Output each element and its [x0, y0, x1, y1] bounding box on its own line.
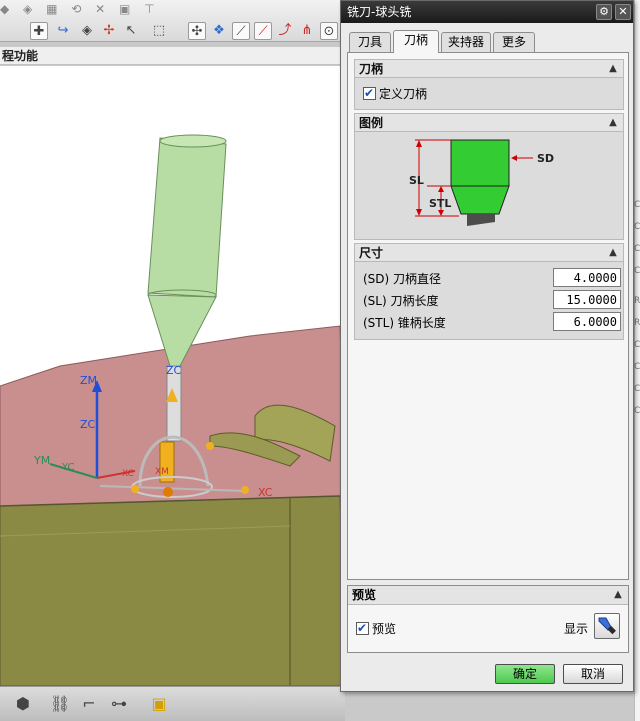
intersection-icon[interactable]: ⋔: [298, 22, 316, 40]
section-dimensions-body: (SD) 刀柄直径 (SL) 刀柄长度 (STL) 锥柄长度: [354, 262, 624, 340]
dimension-label-stl: (STL) 锥柄长度: [363, 316, 446, 330]
section-holder-body: ✔ 定义刀柄: [354, 78, 624, 110]
tab-panel-holder: 刀柄 ▲ ✔ 定义刀柄 图例 ▲ SD SL STL 尺寸 ▲ (SD) 刀柄直…: [347, 52, 629, 580]
snap-grid-icon[interactable]: ✣: [188, 22, 206, 40]
shank-diameter-input[interactable]: [553, 268, 621, 287]
dimension-label-sd: (SD) 刀柄直径: [363, 272, 442, 286]
define-holder-label: 定义刀柄: [379, 86, 428, 101]
dimension-row-sl: (SL) 刀柄长度: [363, 290, 621, 309]
dimension-row-stl: (STL) 锥柄长度: [363, 312, 621, 331]
tree-icon[interactable]: ⊶: [110, 695, 128, 713]
holder-legend-diagram: SD SL STL: [409, 139, 554, 226]
preview-checkbox[interactable]: ✔: [356, 621, 369, 635]
line-endpoint-icon[interactable]: ⟋: [232, 22, 250, 40]
right-side-strip: [634, 0, 640, 721]
tab-holder[interactable]: 刀柄: [393, 30, 439, 53]
tab-more[interactable]: 更多: [493, 32, 535, 52]
dialog-titlebar[interactable]: 铣刀-球头铣 ⚙ ✕: [341, 1, 633, 23]
part-front-face: [0, 495, 346, 687]
block-icon[interactable]: ▣: [150, 695, 168, 713]
label-yc: YC: [61, 462, 75, 473]
display-label: 显示: [563, 622, 588, 636]
arc-center-icon[interactable]: ⊙: [320, 22, 338, 40]
preview-option[interactable]: ✔ 预览: [356, 620, 396, 637]
legend-stl-label: STL: [429, 197, 451, 210]
chevron-up-icon[interactable]: ▲: [606, 246, 620, 259]
toolbar-row-upper: ◆ ◈ ▦ ⟲ ✕ ▣ ⊤: [0, 2, 160, 16]
section-legend-header[interactable]: 图例 ▲: [354, 113, 624, 132]
legend-sl-label: SL: [409, 174, 424, 187]
ok-button[interactable]: 确定: [495, 664, 555, 684]
dialog-title: 铣刀-球头铣: [347, 5, 412, 19]
check-icon: ✔: [357, 621, 368, 635]
section-legend-title: 图例: [359, 116, 384, 130]
solid-icon[interactable]: ⬢: [14, 695, 32, 713]
snap-multi-icon[interactable]: ❖: [210, 22, 228, 40]
selection-box-icon[interactable]: ⬚: [150, 22, 168, 40]
label-zc: ZC: [80, 418, 96, 431]
define-holder-option[interactable]: ✔ 定义刀柄: [363, 85, 427, 102]
tab-clamp[interactable]: 夹持器: [441, 32, 491, 52]
taper-length-input[interactable]: [553, 312, 621, 331]
tool-dialog: 铣刀-球头铣 ⚙ ✕ 刀具 刀柄 夹持器 更多 刀柄 ▲ ✔ 定义刀柄 图例 ▲: [340, 0, 634, 692]
preview-section: 预览 ▲ ✔ 预览 显示: [347, 585, 629, 653]
graphics-viewport[interactable]: ZM ZC ZC YM YC XC XM XC: [0, 66, 346, 687]
snap-point-icon[interactable]: ✚: [30, 22, 48, 40]
curve-point-icon[interactable]: ⤴: [276, 22, 294, 40]
chevron-up-icon[interactable]: ▲: [606, 116, 620, 129]
section-holder-header[interactable]: 刀柄 ▲: [354, 59, 624, 78]
label-xm: XM: [155, 467, 169, 477]
gear-icon[interactable]: ⚙: [596, 4, 612, 20]
preview-label: 预览: [372, 621, 397, 636]
shank-length-input[interactable]: [553, 290, 621, 309]
section-dimensions-title: 尺寸: [359, 246, 384, 260]
legend-sd-label: SD: [537, 152, 554, 165]
chevron-up-icon[interactable]: ▲: [606, 62, 620, 75]
display-button[interactable]: [594, 613, 620, 639]
define-holder-checkbox[interactable]: ✔: [363, 86, 376, 100]
bottom-toolbar: ⬢ ⛓ ⌐ ⊶ ▣: [0, 686, 345, 721]
dimension-label-sl: (SL) 刀柄长度: [363, 294, 439, 308]
shank-cylinder: [147, 137, 227, 298]
tab-tool[interactable]: 刀具: [349, 32, 391, 52]
label-ym: YM: [33, 454, 50, 467]
cube-view-icon[interactable]: ◈: [78, 22, 96, 40]
section-dimensions-header[interactable]: 尺寸 ▲: [354, 243, 624, 262]
label-xc: XC: [258, 486, 273, 499]
cancel-button[interactable]: 取消: [563, 664, 623, 684]
model-scene: ZM ZC ZC YM YC XC XM XC: [0, 134, 346, 687]
chevron-up-icon[interactable]: ▲: [611, 588, 625, 601]
main-toolbar: ◆ ◈ ▦ ⟲ ✕ ▣ ⊤ ✚ ↪ ◈ ✢ ↖ ⬚ ✣ ❖ ⟋ ⟋ ⤴ ⋔ ⊙: [0, 0, 345, 42]
chain-icon[interactable]: ⛓: [50, 695, 70, 713]
close-icon[interactable]: ✕: [615, 4, 631, 20]
transform-icon[interactable]: ✢: [100, 22, 118, 40]
label-zc-tool: ZC: [166, 364, 182, 377]
section-holder-title: 刀柄: [359, 62, 384, 76]
label-zm: ZM: [80, 374, 97, 387]
check-icon: ✔: [364, 86, 375, 100]
flashlight-icon: [598, 617, 616, 635]
rotate-icon[interactable]: ↪: [54, 22, 72, 40]
label-xc-small: XC: [122, 469, 134, 479]
function-label: 程功能: [0, 47, 345, 65]
dimension-row-sd: (SD) 刀柄直径: [363, 268, 621, 287]
line-midpoint-icon[interactable]: ⟋: [254, 22, 272, 40]
section-legend-body: SD SL STL: [354, 132, 624, 240]
drill-icon[interactable]: ⌐: [80, 695, 98, 713]
section-preview-title: 预览: [352, 588, 377, 602]
section-preview-header[interactable]: 预览 ▲: [348, 586, 628, 605]
pointer-icon[interactable]: ↖: [122, 22, 140, 40]
